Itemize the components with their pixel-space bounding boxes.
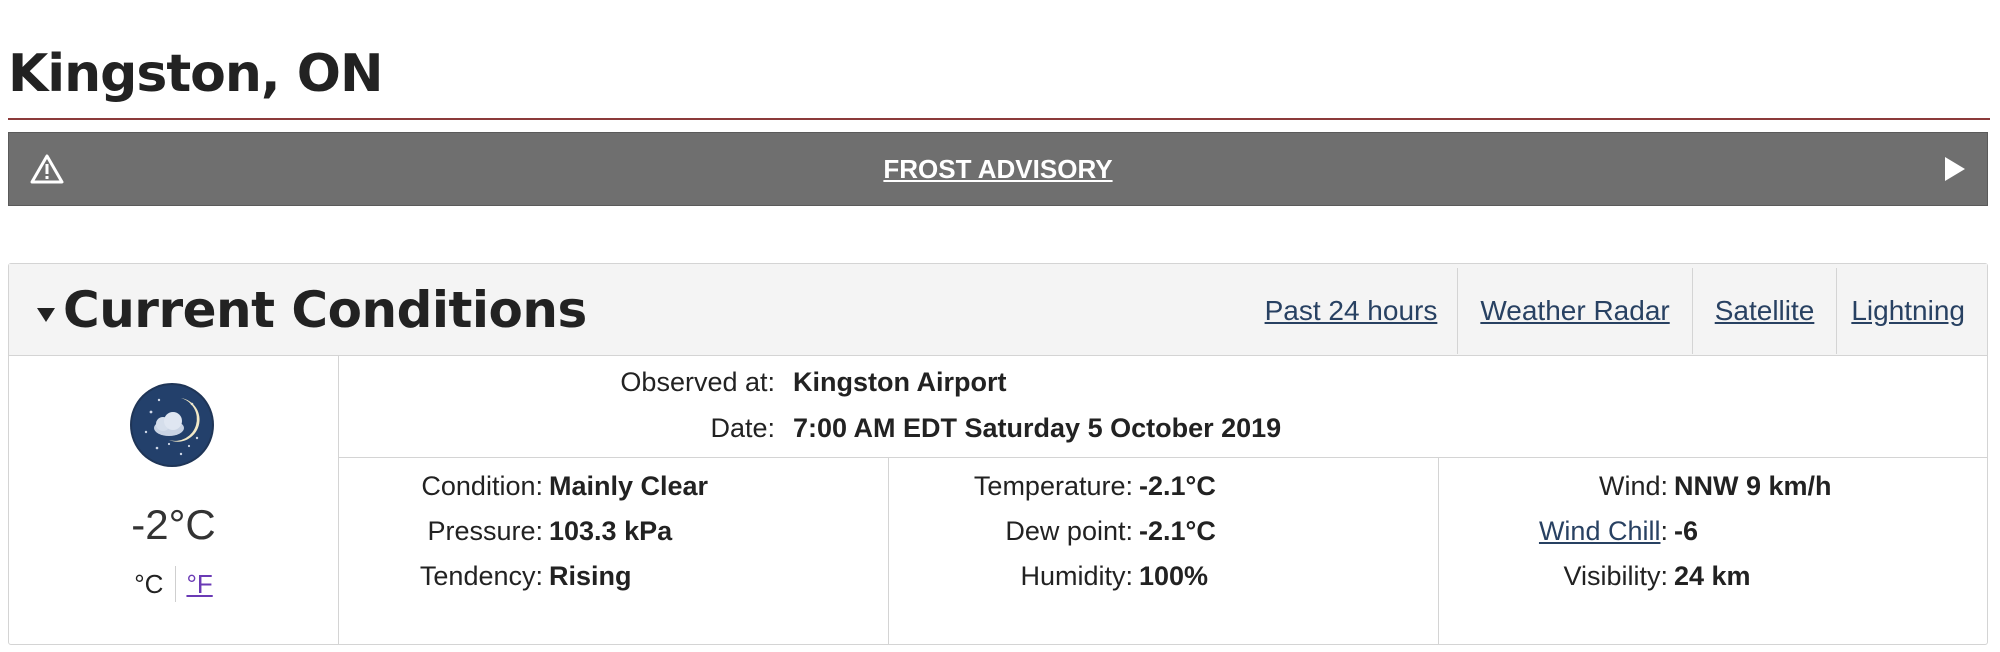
- wind-chill-value: -6: [1674, 516, 1699, 546]
- wind-chill-label-wrap: Wind Chill:: [1439, 515, 1668, 547]
- observed-at-label: Observed at:: [620, 367, 775, 397]
- wind-chill-link[interactable]: Wind Chill: [1539, 516, 1661, 546]
- visibility-label: Visibility:: [1563, 561, 1668, 591]
- collapse-caret-icon[interactable]: [37, 308, 55, 322]
- conditions-column-3: Wind: NNW 9 km/h Wind Chill: -6 Visibili…: [1439, 458, 1987, 644]
- humidity-row: Humidity: 100%: [889, 560, 1208, 592]
- weather-radar-link[interactable]: Weather Radar: [1457, 268, 1691, 354]
- conditions-column-2: Temperature: -2.1°C Dew point: -2.1°C Hu…: [889, 458, 1439, 644]
- visibility-row: Visibility: 24 km: [1439, 560, 1751, 592]
- current-conditions-header[interactable]: Current Conditions Past 24 hours Weather…: [9, 264, 1987, 356]
- unit-toggle: °C °F: [9, 566, 338, 602]
- condition-value: Mainly Clear: [549, 471, 709, 501]
- wind-chill-colon: :: [1660, 516, 1668, 546]
- satellite-link[interactable]: Satellite: [1691, 268, 1837, 354]
- observation-info: Observed at: Kingston Airport Date: 7:00…: [339, 356, 1987, 458]
- humidity-label: Humidity:: [1020, 561, 1133, 591]
- conditions-column-1: Condition: Mainly Clear Pressure: 103.3 …: [339, 458, 889, 644]
- observed-at-row: Observed at: Kingston Airport: [339, 366, 1006, 398]
- dew-point-row: Dew point: -2.1°C: [889, 515, 1216, 547]
- date-value: 7:00 AM EDT Saturday 5 October 2019: [793, 413, 1282, 443]
- tendency-row: Tendency: Rising: [339, 560, 632, 592]
- wind-chill-row: Wind Chill: -6: [1439, 515, 1698, 547]
- play-arrow-icon[interactable]: [1943, 155, 1967, 183]
- pressure-label: Pressure:: [427, 516, 543, 546]
- humidity-value: 100%: [1139, 561, 1209, 591]
- alert-banner[interactable]: FROST ADVISORY: [8, 132, 1988, 206]
- lightning-link[interactable]: Lightning: [1836, 268, 1987, 354]
- fahrenheit-unit-link[interactable]: °F: [176, 569, 212, 600]
- title-divider: [8, 118, 1990, 120]
- temperature-value: -2.1°C: [1139, 471, 1216, 501]
- tendency-label: Tendency:: [419, 561, 543, 591]
- conditions-links: Past 24 hours Weather Radar Satellite Li…: [1265, 268, 1987, 354]
- wind-label: Wind:: [1598, 471, 1668, 501]
- condition-row: Condition: Mainly Clear: [339, 470, 708, 502]
- night-clear-moon-cloud-icon: [130, 383, 214, 467]
- conditions-summary: -2°C °C °F: [9, 356, 339, 644]
- temperature-label: Temperature:: [973, 471, 1133, 501]
- condition-label: Condition:: [421, 471, 543, 501]
- dew-point-value: -2.1°C: [1139, 516, 1216, 546]
- tendency-value: Rising: [549, 561, 632, 591]
- observed-at-value: Kingston Airport: [793, 367, 1007, 397]
- alert-link[interactable]: FROST ADVISORY: [9, 155, 1987, 184]
- date-label: Date:: [710, 413, 775, 443]
- visibility-value: 24 km: [1674, 561, 1751, 591]
- pressure-row: Pressure: 103.3 kPa: [339, 515, 672, 547]
- date-row: Date: 7:00 AM EDT Saturday 5 October 201…: [339, 412, 1281, 444]
- wind-value: NNW 9 km/h: [1674, 471, 1832, 501]
- temperature-row: Temperature: -2.1°C: [889, 470, 1216, 502]
- current-temperature: -2°C: [131, 501, 216, 548]
- celsius-unit: °C: [134, 568, 164, 599]
- wind-row: Wind: NNW 9 km/h: [1439, 470, 1832, 502]
- pressure-value: 103.3 kPa: [549, 516, 673, 546]
- current-conditions-panel: Current Conditions Past 24 hours Weather…: [8, 263, 1988, 645]
- dew-point-label: Dew point:: [1005, 516, 1133, 546]
- current-conditions-title[interactable]: Current Conditions: [63, 280, 587, 340]
- past-24-hours-link[interactable]: Past 24 hours: [1265, 268, 1458, 354]
- page-title: Kingston, ON: [8, 44, 383, 104]
